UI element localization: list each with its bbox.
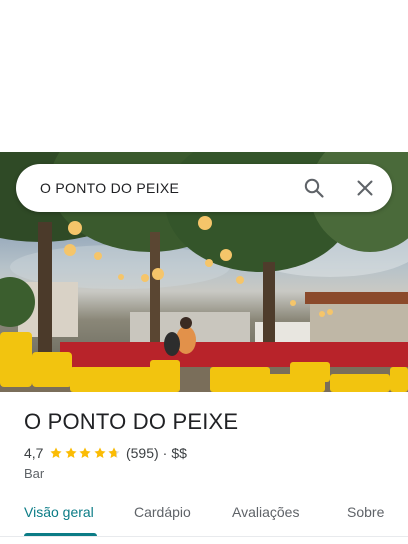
active-tab-indicator [24,533,97,536]
star-icon [50,447,63,458]
close-icon [357,180,373,196]
clear-search-button[interactable] [353,176,377,200]
place-tabs: Visão geral Cardápio Avaliações Sobre [0,494,408,537]
price-level: $$ [171,445,187,461]
search-bar[interactable]: O PONTO DO PEIXE [16,164,392,212]
search-query[interactable]: O PONTO DO PEIXE [40,164,179,212]
tab-menu[interactable]: Cardápio [134,504,191,520]
tab-reviews[interactable]: Avaliações [232,504,299,520]
place-title: O PONTO DO PEIXE [24,409,239,434]
search-button[interactable] [302,176,326,200]
star-icon [94,447,106,458]
rating-value: 4,7 [24,445,44,461]
star-icon [65,447,77,458]
review-count[interactable]: (595) [126,445,159,461]
tab-overview[interactable]: Visão geral [24,504,94,520]
search-icon [304,178,324,198]
separator: · [162,445,168,461]
rating-stars [49,446,122,460]
tab-about[interactable]: Sobre [347,504,384,520]
rating-row[interactable]: 4,7 (595) · $$ [24,444,187,462]
place-category: Bar [24,466,45,481]
star-icon [79,447,92,458]
star-half-icon [108,447,121,458]
